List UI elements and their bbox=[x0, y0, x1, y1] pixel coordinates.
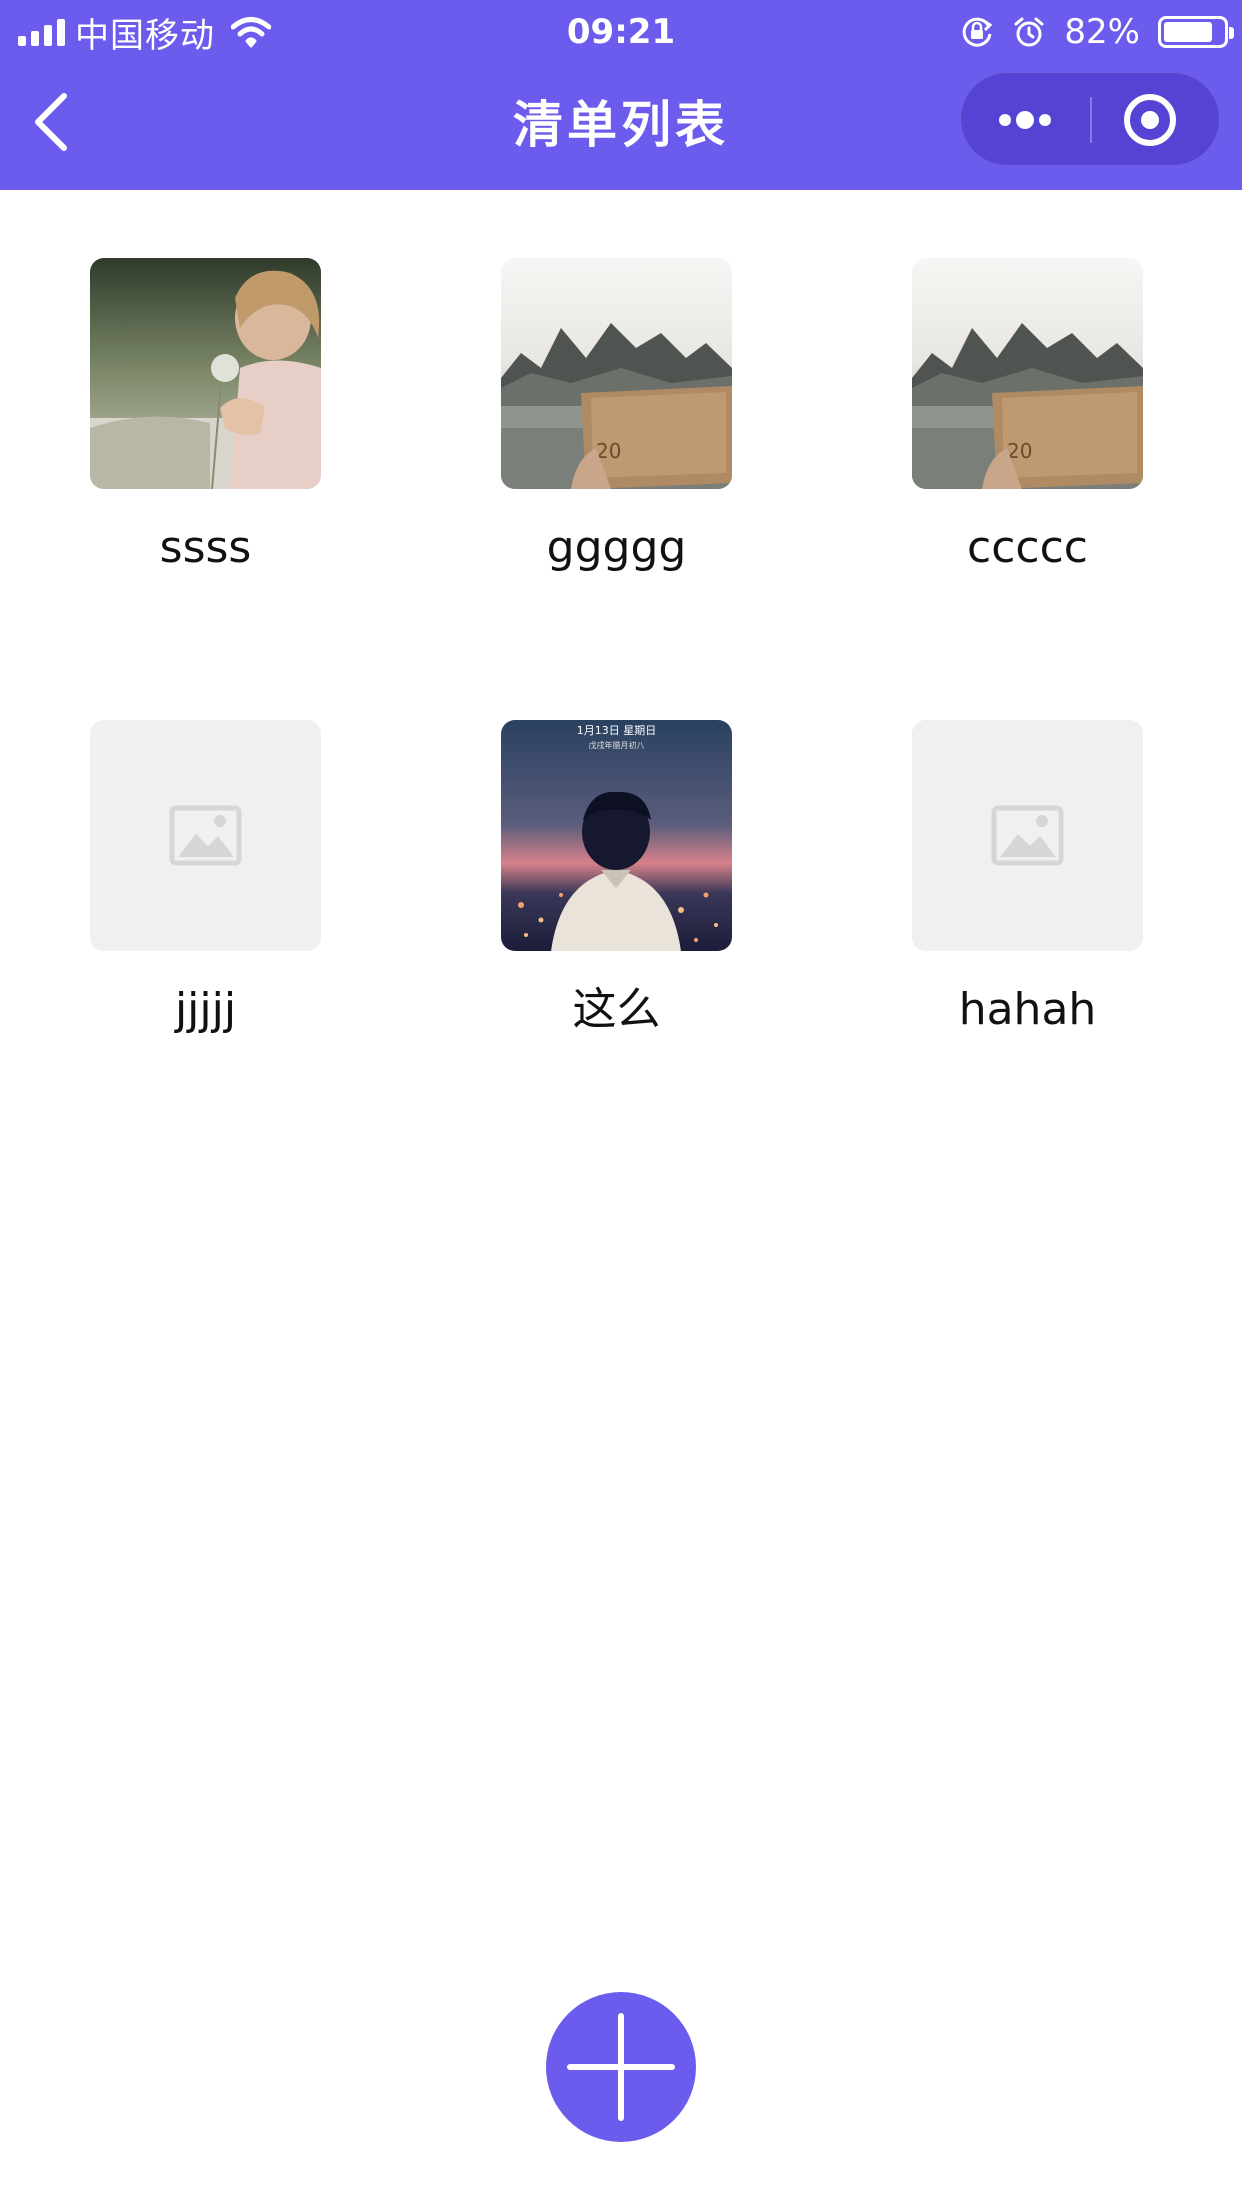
photo-child-dandelion bbox=[90, 258, 321, 489]
nav-bar: 清单列表 bbox=[0, 62, 1242, 190]
list-item[interactable]: jjjjj bbox=[30, 720, 330, 1080]
target-circle-icon bbox=[1124, 94, 1176, 146]
plus-icon bbox=[567, 2013, 675, 2121]
placeholder-image-icon bbox=[90, 720, 321, 951]
photo-landscape-banknote: 20 bbox=[912, 258, 1143, 489]
status-bar: 中国移动 09:21 82% bbox=[0, 0, 1242, 62]
item-label: ggggg bbox=[546, 522, 687, 573]
item-thumbnail bbox=[90, 720, 321, 951]
close-button[interactable] bbox=[1092, 73, 1221, 167]
status-right: 82% bbox=[960, 10, 1234, 54]
item-label: 这么 bbox=[572, 984, 661, 1035]
item-label: hahah bbox=[958, 984, 1097, 1035]
item-thumbnail: 1月13日 星期日 戊戌年腊月初八 bbox=[501, 720, 732, 951]
list-item[interactable]: 20 ggggg bbox=[441, 258, 741, 618]
header: 中国移动 09:21 82% 清单列表 bbox=[0, 0, 1242, 190]
item-label: ssss bbox=[159, 522, 252, 573]
alarm-icon bbox=[1014, 17, 1044, 47]
battery-percent: 82% bbox=[1064, 12, 1140, 52]
more-dots-icon bbox=[999, 111, 1051, 129]
more-button[interactable] bbox=[961, 73, 1090, 167]
list-item[interactable]: ssss bbox=[30, 258, 330, 618]
mini-program-capsule bbox=[960, 72, 1220, 166]
image-date-text: 1月13日 星期日 bbox=[577, 724, 657, 737]
rotation-lock-icon bbox=[963, 17, 993, 47]
item-thumbnail: 20 bbox=[912, 258, 1143, 489]
list-item[interactable]: hahah bbox=[852, 720, 1152, 1080]
battery-icon bbox=[1158, 16, 1234, 48]
image-lunar-text: 戊戌年腊月初八 bbox=[589, 740, 645, 750]
item-label: jjjjj bbox=[174, 984, 237, 1035]
battery-level bbox=[1164, 22, 1212, 42]
photo-landscape-banknote: 20 bbox=[501, 258, 732, 489]
item-thumbnail bbox=[90, 258, 321, 489]
list-item[interactable]: 1月13日 星期日 戊戌年腊月初八 这么 bbox=[441, 720, 741, 1080]
photo-illustration-boy-night: 1月13日 星期日 戊戌年腊月初八 bbox=[501, 720, 732, 951]
list-item[interactable]: 20 ccccc bbox=[852, 258, 1152, 618]
item-label: ccccc bbox=[967, 522, 1088, 573]
item-thumbnail: 20 bbox=[501, 258, 732, 489]
item-thumbnail bbox=[912, 720, 1143, 951]
placeholder-image-icon bbox=[912, 720, 1143, 951]
add-button[interactable] bbox=[546, 1992, 696, 2142]
